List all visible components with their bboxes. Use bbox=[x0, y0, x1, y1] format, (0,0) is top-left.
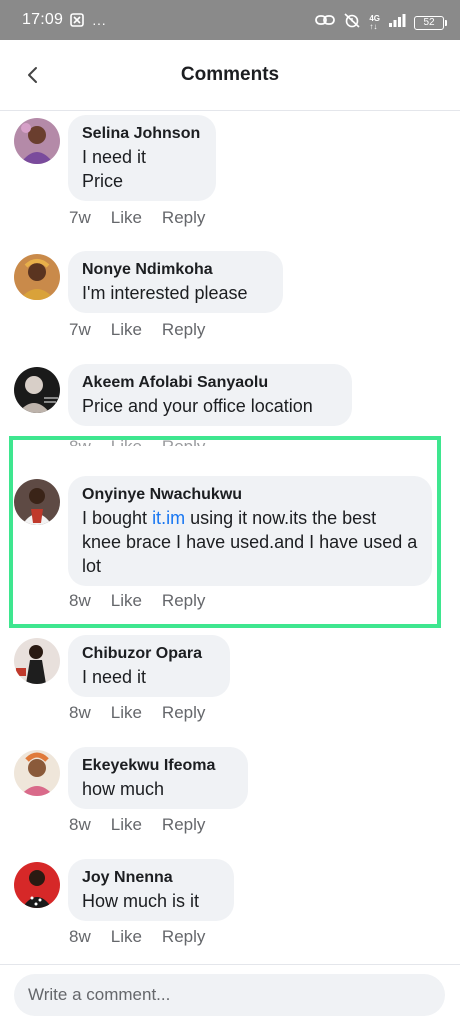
comments-header: Comments bbox=[0, 40, 460, 111]
signal-icon bbox=[388, 13, 406, 32]
network-indicator: 4G ↑↓ bbox=[369, 14, 380, 31]
avatar[interactable] bbox=[14, 118, 60, 164]
like-button[interactable]: Like bbox=[111, 320, 142, 340]
reply-button[interactable]: Reply bbox=[162, 591, 205, 611]
like-button[interactable]: Like bbox=[111, 927, 142, 947]
comment-time: 8w bbox=[69, 927, 91, 946]
like-button[interactable]: Like bbox=[111, 703, 142, 723]
comment-author[interactable]: Onyinye Nwachukwu bbox=[82, 484, 418, 506]
comment-actions: 8w Like Reply bbox=[69, 815, 205, 835]
reply-button[interactable]: Reply bbox=[162, 703, 205, 723]
comment-bubble[interactable]: Selina Johnson I need it Price bbox=[68, 115, 216, 201]
battery-icon: 52 bbox=[414, 15, 447, 30]
status-bar: 17:09 ··· 4G ↑↓ 52 bbox=[0, 0, 460, 40]
comment-time: 7w bbox=[69, 208, 91, 227]
comment-time: 8w bbox=[69, 815, 91, 834]
comment-text-part: I bought bbox=[82, 508, 153, 528]
comment-actions: 8w Like Reply bbox=[69, 591, 205, 611]
link-icon bbox=[315, 13, 336, 32]
comment-author[interactable]: Ekeyekwu Ifeoma bbox=[82, 755, 234, 777]
comment-author[interactable]: Joy Nnenna bbox=[82, 867, 220, 889]
comment-text-line: how much bbox=[82, 779, 165, 799]
comment-bubble[interactable]: Joy Nnenna How much is it bbox=[68, 859, 234, 921]
comment-text: I bought it.im using it now.its the best… bbox=[82, 506, 418, 578]
comment-time: 8w bbox=[69, 703, 91, 722]
avatar[interactable] bbox=[14, 862, 60, 908]
comment-text-line: Price bbox=[82, 171, 124, 191]
comment-actions: 8w Like Reply bbox=[69, 927, 205, 947]
notification-icon bbox=[70, 13, 84, 32]
like-button[interactable]: Like bbox=[111, 815, 142, 835]
status-left-icons: ··· bbox=[70, 13, 106, 32]
comment-text-line: I'm interested please bbox=[82, 283, 248, 303]
battery-level: 52 bbox=[423, 17, 435, 28]
comment-bubble[interactable]: Nonye Ndimkoha I'm interested please bbox=[68, 251, 283, 313]
avatar[interactable] bbox=[14, 367, 60, 413]
comment-bubble[interactable]: Onyinye Nwachukwu I bought it.im using i… bbox=[68, 476, 432, 586]
avatar[interactable] bbox=[14, 750, 60, 796]
comment-composer bbox=[0, 964, 460, 1025]
status-right-icons: 4G ↑↓ 52 bbox=[315, 12, 447, 33]
comment-actions: 7w Like Reply bbox=[69, 320, 205, 340]
reply-button[interactable]: Reply bbox=[162, 927, 205, 947]
avatar[interactable] bbox=[14, 638, 60, 684]
comment-text-line: Price and your office location bbox=[82, 396, 313, 416]
comment-bubble[interactable]: Akeem Afolabi Sanyaolu Price and your of… bbox=[68, 364, 352, 426]
status-time: 17:09 bbox=[22, 11, 64, 28]
comment-actions: 8w Like Reply bbox=[69, 437, 205, 456]
reply-button[interactable]: Reply bbox=[162, 208, 205, 228]
reply-button[interactable]: Reply bbox=[162, 320, 205, 340]
avatar[interactable] bbox=[14, 254, 60, 300]
comment-text-line: How much is it bbox=[82, 891, 200, 911]
comment-time: 8w bbox=[69, 591, 91, 610]
comment-bubble[interactable]: Ekeyekwu Ifeoma how much bbox=[68, 747, 248, 809]
comment-author[interactable]: Selina Johnson bbox=[82, 123, 202, 145]
like-button[interactable]: Like bbox=[111, 591, 142, 611]
comment-actions: 8w Like Reply bbox=[69, 703, 205, 723]
page-title: Comments bbox=[180, 64, 280, 85]
reply-button[interactable]: Reply bbox=[162, 437, 205, 446]
like-button[interactable]: Like bbox=[111, 437, 142, 446]
comment-text-line: I need it bbox=[82, 147, 147, 167]
comment-author[interactable]: Nonye Ndimkoha bbox=[82, 259, 269, 281]
comment-time: 7w bbox=[69, 320, 91, 339]
like-button[interactable]: Like bbox=[111, 208, 142, 228]
comment-text-line: I need it bbox=[82, 667, 147, 687]
network-activity: ↑↓ bbox=[369, 21, 378, 31]
comment-author[interactable]: Chibuzor Opara bbox=[82, 643, 216, 665]
comment-link[interactable]: it.im bbox=[152, 508, 185, 528]
alarm-off-icon bbox=[343, 12, 361, 33]
comment-input[interactable] bbox=[14, 974, 445, 1016]
more-notifications-icon: ··· bbox=[92, 14, 106, 31]
comment-time: 8w bbox=[69, 437, 91, 456]
comment-bubble[interactable]: Chibuzor Opara I need it bbox=[68, 635, 230, 697]
reply-button[interactable]: Reply bbox=[162, 815, 205, 835]
avatar[interactable] bbox=[14, 479, 60, 525]
comment-actions: 7w Like Reply bbox=[69, 208, 205, 228]
comment-author[interactable]: Akeem Afolabi Sanyaolu bbox=[82, 372, 338, 394]
